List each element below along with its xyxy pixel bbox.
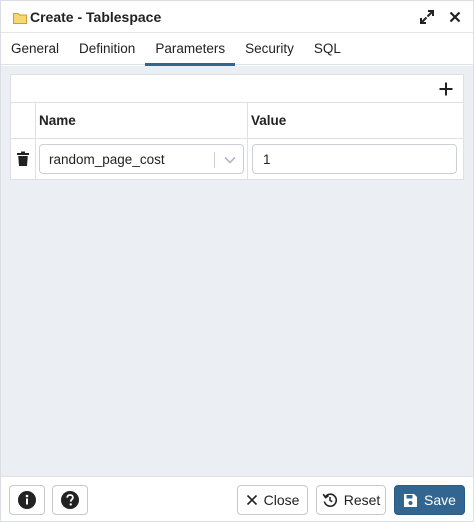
row-actions-cell (11, 139, 36, 179)
value-cell (248, 139, 463, 179)
create-tablespace-dialog: Create - Tablespace General Definition P… (0, 0, 474, 522)
parameters-grid: Name Value random_page_cost (10, 74, 464, 180)
dialog-title: Create - Tablespace (30, 8, 162, 25)
folder-icon (13, 11, 27, 24)
close-icon[interactable] (447, 9, 463, 25)
trash-icon[interactable] (16, 151, 30, 167)
save-button[interactable]: Save (394, 485, 465, 515)
tab-security[interactable]: Security (235, 33, 304, 65)
grid-header: Name Value (11, 103, 463, 139)
close-button-label: Close (263, 492, 300, 508)
help-button[interactable] (52, 485, 88, 515)
name-cell: random_page_cost (36, 139, 248, 179)
tab-definition[interactable]: Definition (69, 33, 145, 65)
close-button[interactable]: Close (237, 485, 308, 515)
tab-general[interactable]: General (1, 33, 69, 65)
save-icon (403, 493, 418, 508)
info-icon (17, 490, 37, 510)
reset-button-label: Reset (343, 492, 381, 508)
table-row: random_page_cost (11, 139, 463, 179)
parameter-value-input[interactable] (252, 144, 457, 174)
dialog-footer: Close Reset Save (1, 476, 473, 521)
reset-icon (322, 492, 338, 508)
tab-bar: General Definition Parameters Security S… (1, 33, 473, 66)
reset-button[interactable]: Reset (316, 485, 386, 515)
parameter-name-select[interactable]: random_page_cost (39, 144, 244, 174)
tab-sql[interactable]: SQL (304, 33, 351, 65)
x-icon (246, 494, 258, 506)
column-header-name: Name (36, 103, 248, 138)
chevron-down-icon[interactable] (223, 153, 237, 167)
help-icon (60, 490, 80, 510)
dialog-titlebar[interactable]: Create - Tablespace (1, 1, 473, 33)
grid-toolbar (11, 75, 463, 103)
parameter-name-value: random_page_cost (49, 151, 165, 167)
select-separator (214, 152, 215, 168)
parameters-panel: Name Value random_page_cost (1, 66, 473, 476)
add-icon[interactable] (437, 80, 455, 98)
header-actions-cell (11, 103, 36, 138)
tab-parameters[interactable]: Parameters (145, 33, 235, 66)
save-button-label: Save (424, 492, 456, 508)
column-header-value: Value (251, 113, 287, 128)
info-button[interactable] (9, 485, 45, 515)
expand-icon[interactable] (419, 9, 435, 25)
